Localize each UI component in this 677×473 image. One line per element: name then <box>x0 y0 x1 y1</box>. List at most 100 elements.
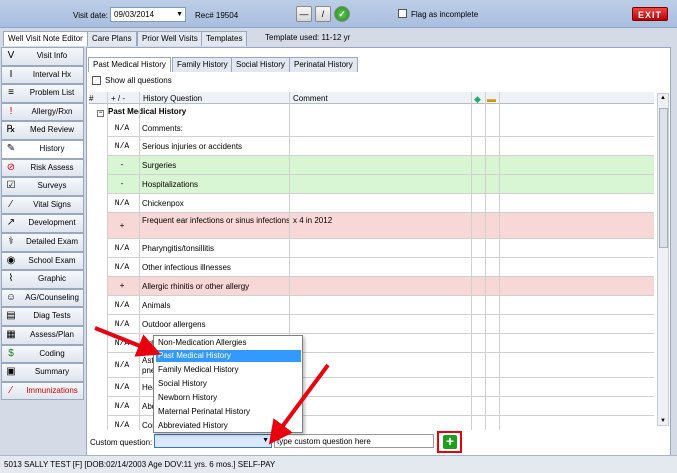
table-row[interactable]: + Frequent ear infections or sinus infect… <box>107 213 654 239</box>
show-all-checkbox[interactable] <box>92 76 101 85</box>
scroll-down-icon[interactable]: ▼ <box>658 418 668 424</box>
paint-icon[interactable]: ◆ <box>474 94 481 105</box>
counseling-icon: ☺ <box>5 291 17 303</box>
row-value[interactable]: - <box>107 180 137 189</box>
graphic-icon: ⌇ <box>8 273 14 285</box>
visit-info-icon: V <box>7 50 15 61</box>
sidebar-item-allergy[interactable]: ! Allergy/Rxn <box>1 102 84 122</box>
sidebar-item-coding[interactable]: $ Coding <box>1 344 84 364</box>
table-row[interactable]: N/A Comments: <box>107 119 654 137</box>
sidebar-item-ag-counseling[interactable]: ☺ AG/Counseling <box>1 288 84 308</box>
row-value[interactable]: N/A <box>107 301 137 310</box>
sidebar-item-interval-hx[interactable]: I Interval Hx <box>1 65 84 85</box>
note-icon[interactable]: ▬ <box>487 94 496 104</box>
row-question: Other infectious illnesses <box>142 263 231 272</box>
vital-signs-icon: ⁄ <box>10 198 12 210</box>
sidebar-item-graphic[interactable]: ⌇ Graphic <box>1 270 84 289</box>
dropdown-option[interactable]: Family Medical History <box>156 364 301 376</box>
dropdown-option[interactable]: Abbreviated History <box>156 420 301 432</box>
sidebar-item-history[interactable]: ✎ History <box>1 139 84 159</box>
row-value[interactable]: N/A <box>107 361 137 370</box>
table-row[interactable]: N/A Serious injuries or accidents <box>107 137 654 156</box>
sidebar-item-med-review[interactable]: ℞ Med Review <box>1 121 84 140</box>
row-value[interactable]: N/A <box>107 124 137 133</box>
school-exam-icon: ◉ <box>6 254 16 266</box>
sidebar-item-detailed-exam[interactable]: ⚕ Detailed Exam <box>1 232 84 252</box>
row-value[interactable]: N/A <box>107 244 137 253</box>
sidebar-item-immunizations[interactable]: ⁄ Immunizations <box>1 381 84 401</box>
dropdown-option[interactable]: Non-Medication Allergies <box>156 337 301 349</box>
row-question: Allergic rhinitis or other allergy <box>142 282 250 291</box>
tab-well-visit-note-editor[interactable]: Well Visit Note Editor <box>3 31 88 46</box>
chevron-down-icon[interactable]: ▼ <box>262 437 269 444</box>
row-value[interactable]: - <box>107 161 137 170</box>
table-row[interactable]: N/A Outdoor allergens <box>107 315 654 334</box>
sidebar-item-visit-info[interactable]: V Visit Info <box>1 47 84 66</box>
header-hash: # <box>89 94 94 103</box>
sidebar-item-diag-tests[interactable]: ▤ Diag Tests <box>1 307 84 326</box>
plus-icon: + <box>443 434 457 449</box>
table-row[interactable]: - Surgeries <box>107 156 654 175</box>
minus-icon[interactable]: — <box>296 6 312 22</box>
table-row[interactable]: N/A Other infectious illnesses <box>107 258 654 277</box>
sidebar-item-risk-assess[interactable]: ⊘ Risk Assess <box>1 158 84 178</box>
row-value[interactable]: N/A <box>107 263 137 272</box>
table-row[interactable]: N/A Pharyngitis/tonsillitis <box>107 239 654 258</box>
sidebar-item-vital-signs[interactable]: ⁄ Vital Signs <box>1 195 84 215</box>
tab-care-plans[interactable]: Care Plans <box>87 31 137 46</box>
risk-assess-icon: ⊘ <box>6 161 16 173</box>
row-value[interactable]: N/A <box>107 402 137 411</box>
flag-incomplete-checkbox[interactable] <box>398 9 407 18</box>
scroll-thumb[interactable] <box>659 108 668 248</box>
tab-past-medical-history[interactable]: Past Medical History <box>88 57 171 72</box>
dropdown-option[interactable]: Social History <box>156 378 301 390</box>
add-question-button[interactable]: + <box>437 431 462 453</box>
row-value[interactable]: N/A <box>107 142 137 151</box>
custom-question-select[interactable]: ▼ <box>154 434 272 448</box>
collapse-icon[interactable]: − <box>97 110 104 117</box>
pencil-icon[interactable]: / <box>315 6 331 22</box>
sidebar-item-assess-plan[interactable]: ▦ Assess/Plan <box>1 325 84 345</box>
row-value[interactable]: N/A <box>107 320 137 329</box>
tab-social-history[interactable]: Social History <box>231 57 290 72</box>
row-question: Hospitalizations <box>142 180 199 189</box>
row-value[interactable]: N/A <box>107 421 137 430</box>
custom-question-input[interactable]: type custom question here <box>274 434 434 448</box>
table-row[interactable]: - Hospitalizations <box>107 175 654 194</box>
sidebar-item-label: Diag Tests <box>33 311 71 321</box>
history-type-dropdown: Non-Medication Allergies Past Medical Hi… <box>153 335 303 433</box>
row-value[interactable]: + <box>107 282 137 291</box>
sidebar-item-summary[interactable]: ▣ Summary <box>1 363 84 382</box>
sidebar-item-label: Development <box>28 218 76 228</box>
dropdown-option[interactable]: Maternal Perinatal History <box>156 406 301 418</box>
sidebar-item-label: Detailed Exam <box>25 236 79 246</box>
tab-family-history[interactable]: Family History <box>172 57 233 72</box>
row-question: Frequent ear infections or sinus infecti… <box>142 216 291 225</box>
scroll-up-icon[interactable]: ▲ <box>658 95 668 101</box>
sidebar-item-development[interactable]: ↗ Development <box>1 214 84 233</box>
row-value[interactable]: + <box>107 222 137 231</box>
table-row[interactable]: N/A Chickenpox <box>107 194 654 213</box>
tab-perinatal-history[interactable]: Perinatal History <box>289 57 358 72</box>
checkmark-icon[interactable]: ✓ <box>334 6 350 22</box>
row-value[interactable]: N/A <box>107 199 137 208</box>
column-divider <box>107 92 108 430</box>
row-comment[interactable]: x 4 in 2012 <box>293 216 332 225</box>
section-title-text: Past Medical History <box>108 107 187 116</box>
row-value[interactable]: N/A <box>107 383 137 392</box>
chevron-down-icon[interactable]: ▼ <box>176 11 183 18</box>
tab-templates[interactable]: Templates <box>201 31 248 46</box>
dropdown-option[interactable]: Past Medical History <box>156 350 301 362</box>
tab-prior-well-visits[interactable]: Prior Well Visits <box>137 31 203 46</box>
sidebar-item-school-exam[interactable]: ◉ School Exam <box>1 251 84 271</box>
vertical-scrollbar[interactable]: ▲ ▼ <box>657 93 669 426</box>
sidebar-item-surveys[interactable]: ☑ Surveys <box>1 177 84 196</box>
visit-date-field[interactable]: 09/03/2014 ▼ <box>110 7 186 22</box>
table-row[interactable]: + Allergic rhinitis or other allergy <box>107 277 654 296</box>
table-row[interactable]: N/A Animals <box>107 296 654 315</box>
sidebar-item-problem-list[interactable]: ≡ Problem List <box>1 84 84 103</box>
sidebar-item-label: Risk Assess <box>30 162 74 172</box>
dropdown-option[interactable]: Newborn History <box>156 392 301 404</box>
exit-button[interactable]: EXIT <box>632 7 668 21</box>
row-value[interactable]: N/A <box>107 339 137 348</box>
